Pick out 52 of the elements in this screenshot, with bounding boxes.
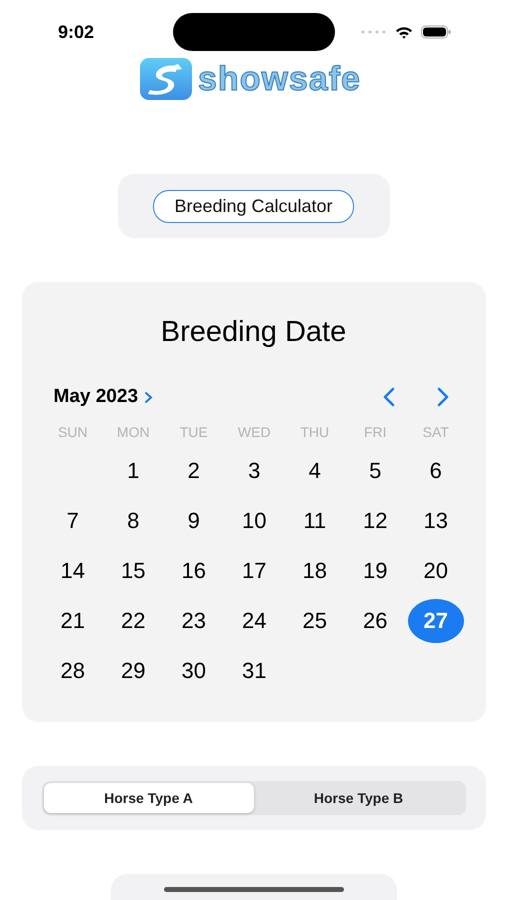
calendar-day[interactable]: 13 bbox=[408, 499, 464, 543]
segment-tab[interactable]: Horse Type A bbox=[44, 783, 254, 813]
weekday-label: THU bbox=[300, 424, 330, 440]
calendar-day[interactable]: 9 bbox=[166, 499, 222, 543]
signal-icon bbox=[361, 30, 387, 34]
calendar-day[interactable]: 1 bbox=[105, 449, 162, 493]
calendar-day[interactable]: 23 bbox=[166, 599, 222, 643]
weekday-label: WED bbox=[238, 424, 271, 440]
calendar-day[interactable]: 26 bbox=[347, 599, 404, 643]
calendar-day[interactable]: 29 bbox=[105, 649, 162, 693]
weekday-label: SUN bbox=[58, 424, 88, 440]
calendar-day[interactable]: 14 bbox=[44, 549, 101, 593]
calendar-day[interactable]: 24 bbox=[226, 599, 282, 643]
calendar-title: Breeding Date bbox=[160, 315, 348, 350]
calendar-day[interactable]: 17 bbox=[226, 549, 282, 593]
wifi-icon bbox=[395, 26, 413, 38]
chevron-icon bbox=[144, 390, 154, 404]
calendar-day[interactable]: 16 bbox=[166, 549, 222, 593]
weekday-label: MON bbox=[116, 424, 150, 440]
status-time: 9:02 bbox=[58, 22, 96, 42]
calendar-day[interactable]: 19 bbox=[347, 549, 404, 593]
calendar-day[interactable]: 22 bbox=[105, 599, 162, 643]
calendar-day[interactable]: 8 bbox=[105, 499, 162, 543]
calendar-day[interactable]: 27 bbox=[408, 599, 464, 643]
calendar-day[interactable]: 20 bbox=[408, 549, 464, 593]
calendar-day[interactable]: 25 bbox=[286, 599, 343, 643]
logo-wordmark: showsafe bbox=[198, 59, 361, 99]
calendar-day[interactable]: 3 bbox=[226, 449, 282, 493]
calendar-day[interactable]: 18 bbox=[286, 549, 343, 593]
calendar-day[interactable]: 30 bbox=[166, 649, 222, 693]
battery-icon bbox=[421, 25, 451, 39]
logo-icon bbox=[140, 58, 192, 100]
weekday-label: FRI bbox=[364, 424, 387, 440]
calendar-day[interactable]: 4 bbox=[286, 449, 343, 493]
month-picker-button[interactable]: May 2023 bbox=[54, 386, 154, 408]
calendar-day[interactable]: 12 bbox=[347, 499, 404, 543]
calendar-day[interactable]: 5 bbox=[347, 449, 404, 493]
breeding-calculator-button[interactable]: Breeding Calculator bbox=[153, 190, 354, 222]
calendar-day[interactable]: 28 bbox=[44, 649, 101, 693]
calendar-day[interactable]: 2 bbox=[166, 449, 222, 493]
weekday-label: TUE bbox=[180, 424, 208, 440]
calendar-day[interactable]: 10 bbox=[226, 499, 282, 543]
next-month-icon[interactable] bbox=[436, 387, 450, 407]
calendar-day[interactable]: 21 bbox=[44, 599, 101, 643]
calendar-day[interactable]: 7 bbox=[44, 499, 101, 543]
calendar-day[interactable]: 31 bbox=[226, 649, 282, 693]
segment-tab[interactable]: Horse Type B bbox=[254, 783, 464, 813]
weekday-label: SAT bbox=[422, 424, 449, 440]
calendar-day[interactable]: 11 bbox=[286, 499, 343, 543]
calendar-day[interactable]: 6 bbox=[408, 449, 464, 493]
calendar-day[interactable]: 15 bbox=[105, 549, 162, 593]
previous-month-icon[interactable] bbox=[382, 387, 396, 407]
